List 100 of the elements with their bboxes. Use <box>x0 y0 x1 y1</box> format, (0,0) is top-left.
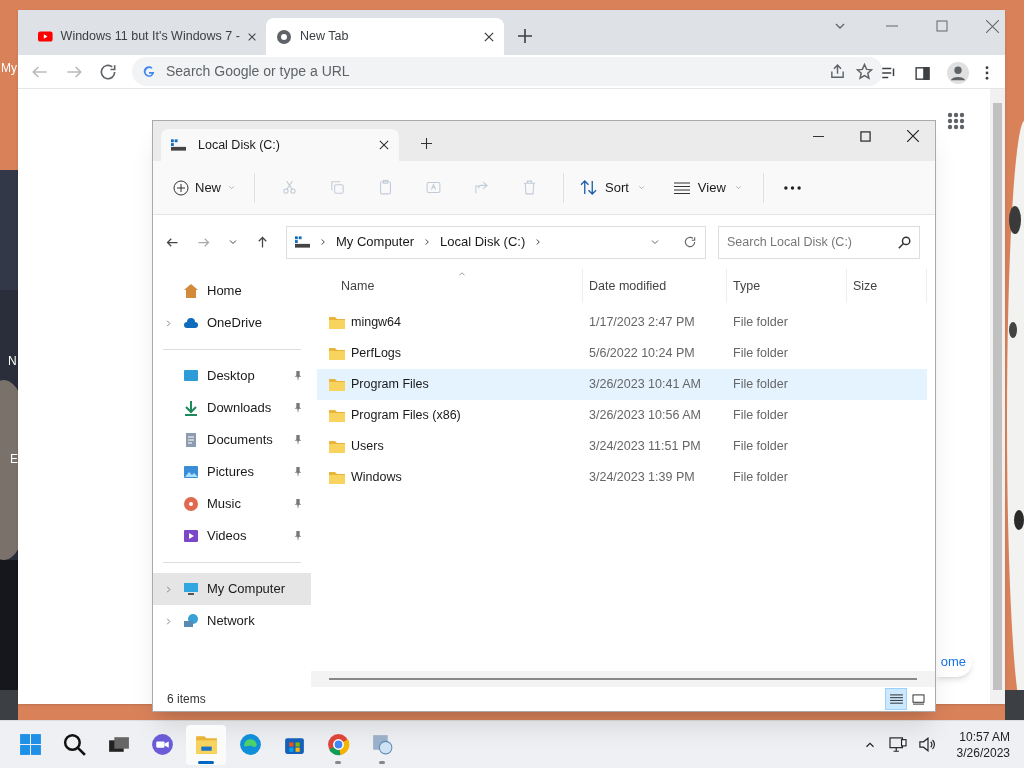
file-name: Program Files <box>351 376 429 394</box>
browser-tab[interactable]: New Tab <box>266 18 504 55</box>
folder-icon <box>329 347 345 360</box>
folder-icon <box>329 440 345 453</box>
nav-item[interactable]: Desktop <box>153 360 311 392</box>
clock-date[interactable]: 3/26/2023 <box>956 744 1010 761</box>
monitor-icon <box>183 581 199 597</box>
close-icon[interactable] <box>484 31 494 42</box>
nav-item[interactable]: OneDrive <box>153 307 311 339</box>
search-icon <box>898 235 911 249</box>
close-icon[interactable] <box>379 140 389 150</box>
details-view-button[interactable] <box>885 688 907 710</box>
breadcrumb-item[interactable]: My Computer <box>336 232 415 252</box>
rename-icon <box>424 179 442 196</box>
video-play-icon <box>38 30 53 43</box>
file-row[interactable]: Program Files (x86) 3/26/2023 10:56 AM File folder <box>317 400 927 431</box>
column-header[interactable]: Date modified <box>583 269 727 303</box>
item-count: 6 items <box>167 691 206 708</box>
folder-icon <box>329 316 345 329</box>
plus-circle-icon <box>173 179 189 196</box>
file-name: Users <box>351 438 384 456</box>
view-button[interactable]: View <box>667 171 749 204</box>
side-panel-icon[interactable] <box>914 64 931 82</box>
drive-icon <box>171 139 186 151</box>
nav-item[interactable]: Documents <box>153 424 311 456</box>
copy-icon <box>328 179 346 196</box>
nav-item[interactable]: Videos <box>153 520 311 552</box>
nav-item[interactable]: Pictures <box>153 456 311 488</box>
list-lines-icon <box>673 181 690 194</box>
maximize-icon[interactable] <box>936 20 948 32</box>
close-icon[interactable] <box>247 31 256 42</box>
scissors-icon <box>280 179 298 196</box>
network-monitor-icon[interactable] <box>888 736 907 753</box>
more-icon[interactable] <box>783 185 801 190</box>
search-field[interactable]: Search Local Disk (C:) <box>718 225 920 259</box>
file-row[interactable]: Windows 3/24/2023 1:39 PM File folder <box>317 462 927 493</box>
tab-title: New Tab <box>300 28 350 46</box>
column-header[interactable]: Size <box>847 269 927 303</box>
address-bar[interactable]: Search Google or type a URL <box>132 57 883 86</box>
apps-grid-icon[interactable] <box>947 112 965 130</box>
nav-label: My Computer <box>207 580 287 599</box>
folder-icon <box>329 471 345 484</box>
computer-icon <box>295 236 310 248</box>
desktop-icon-label[interactable]: N <box>8 352 17 370</box>
date-modified: 1/17/2023 2:47 PM <box>588 314 696 332</box>
file-row[interactable]: PerfLogs 5/6/2022 10:24 PM File folder <box>317 338 927 369</box>
speaker-icon[interactable] <box>918 737 937 752</box>
star-icon[interactable] <box>856 63 873 80</box>
file-type: File folder <box>732 438 789 456</box>
video-chat-icon <box>149 732 175 757</box>
date-modified: 3/24/2023 1:39 PM <box>588 469 696 487</box>
caret-icon <box>227 183 236 192</box>
clock-time[interactable]: 10:57 AM <box>959 728 1010 745</box>
date-modified: 3/26/2023 10:41 AM <box>588 376 702 394</box>
nav-item[interactable]: My Computer <box>153 573 311 605</box>
sort-arrows-icon <box>580 180 597 195</box>
plus-icon[interactable] <box>421 138 432 149</box>
nav-item[interactable]: Music <box>153 488 311 520</box>
document-icon <box>183 432 199 448</box>
caret-icon <box>733 183 743 192</box>
nav-item[interactable]: Network <box>153 605 311 637</box>
file-row[interactable]: Users 3/24/2023 11:51 PM File folder <box>317 431 927 462</box>
browser-tab[interactable]: Windows 11 but It's Windows 7 - <box>28 18 266 55</box>
tab-title: Local Disk (C:) <box>198 136 281 154</box>
folder-tab[interactable]: Local Disk (C:) <box>161 129 399 161</box>
breadcrumb-item[interactable]: Local Disk (C:) <box>440 232 526 252</box>
round-browser-icon <box>325 732 351 757</box>
nav-label: Documents <box>207 431 274 450</box>
plus-icon[interactable] <box>518 29 532 43</box>
nav-item[interactable]: Downloads <box>153 392 311 424</box>
address-placeholder: Search Google or type a URL <box>166 62 351 81</box>
folder-taskbar-button[interactable] <box>186 724 226 765</box>
desktop-icon-label[interactable]: E <box>10 450 18 468</box>
nav-item[interactable]: Home <box>153 275 311 307</box>
cloud-icon <box>183 315 199 331</box>
folder-icon <box>329 378 345 391</box>
profile-avatar-icon[interactable] <box>947 62 969 84</box>
file-name: Program Files (x86) <box>351 407 461 425</box>
home-shortcut-button[interactable]: ome <box>936 647 972 677</box>
folder-icon <box>329 409 345 422</box>
video-icon <box>183 528 199 544</box>
column-header[interactable]: Name <box>317 269 583 303</box>
desktop-icon <box>183 368 199 384</box>
file-name: mingw64 <box>351 314 402 332</box>
share-icon[interactable] <box>829 63 846 80</box>
file-row[interactable]: mingw64 1/17/2023 2:47 PM File folder <box>317 307 927 338</box>
new-button[interactable]: New <box>165 171 244 204</box>
sort-button[interactable]: Sort <box>574 171 652 204</box>
nav-label: OneDrive <box>207 314 263 333</box>
network-icon <box>183 613 199 629</box>
more-vertical-icon[interactable] <box>985 66 989 80</box>
refresh-icon <box>683 235 697 249</box>
column-header[interactable]: Type <box>727 269 847 303</box>
address-bar[interactable]: My Computer Local Disk (C:) <box>286 225 706 259</box>
close-icon[interactable] <box>907 130 919 142</box>
nav-label: Home <box>207 282 243 301</box>
tab-title: Windows 11 but It's Windows 7 - <box>60 28 240 46</box>
start-icon <box>17 732 43 757</box>
file-row[interactable]: Program Files 3/26/2023 10:41 AM File folder <box>317 369 927 400</box>
maximize-icon[interactable] <box>860 130 871 142</box>
